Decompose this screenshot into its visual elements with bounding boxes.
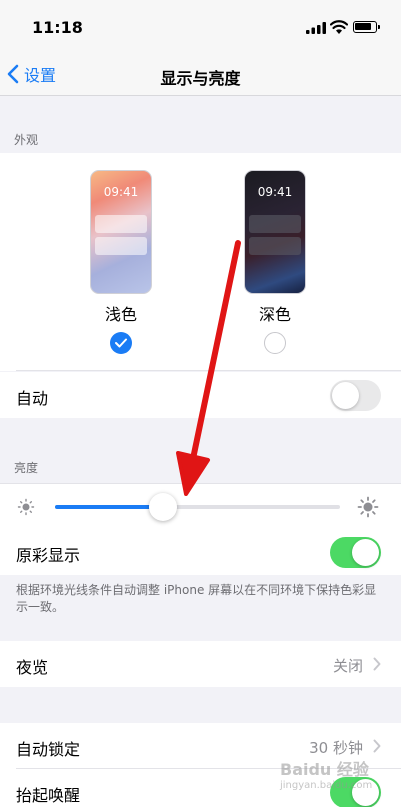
- auto-lock-label: 自动锁定: [16, 740, 81, 759]
- brightness-slider[interactable]: [55, 505, 340, 509]
- true-tone-toggle[interactable]: [330, 537, 381, 568]
- auto-lock-value: 30 秒钟: [309, 739, 363, 757]
- dark-mode-radio[interactable]: [264, 332, 286, 354]
- appearance-panel: 09:41 09:41 浅色 深色: [0, 153, 401, 371]
- night-shift-row[interactable]: 夜览 关闭: [0, 641, 401, 687]
- brightness-slider-thumb[interactable]: [149, 493, 178, 521]
- dark-mode-preview[interactable]: 09:41: [244, 170, 306, 294]
- toggle-knob: [352, 539, 379, 566]
- status-bar: 11:18: [0, 0, 401, 54]
- watermark: Baidu 经验 jingyan.baidu.com: [280, 756, 390, 802]
- page-title: 显示与亮度: [160, 69, 241, 88]
- auto-appearance-label: 自动: [16, 389, 49, 408]
- sun-large-icon: [357, 496, 379, 518]
- light-mode-preview[interactable]: 09:41: [90, 170, 152, 294]
- toggle-knob: [332, 382, 359, 409]
- true-tone-row: 原彩显示: [0, 529, 401, 575]
- light-mode-radio[interactable]: [110, 332, 132, 354]
- status-time: 11:18: [32, 18, 83, 37]
- battery-icon: [353, 21, 380, 33]
- section-header-brightness: 亮度: [14, 461, 39, 475]
- true-tone-label: 原彩显示: [16, 546, 81, 565]
- chevron-right-icon: [373, 657, 381, 671]
- auto-appearance-row: 自动: [0, 372, 401, 418]
- preview-widget: [95, 215, 147, 233]
- true-tone-footnote: 根据环境光线条件自动调整 iPhone 屏幕以在不同环境下保持色彩显示一致。: [16, 583, 377, 614]
- watermark-subtext: jingyan.baidu.com: [280, 780, 373, 791]
- light-mode-label: 浅色: [104, 305, 137, 324]
- wifi-icon: [330, 20, 348, 34]
- divider: [16, 370, 401, 371]
- checkmark-icon: [115, 338, 127, 348]
- brightness-row: [0, 483, 401, 530]
- preview-widget: [249, 237, 301, 255]
- navigation-bar: 设置 显示与亮度: [0, 54, 401, 96]
- watermark-text: Baidu 经验: [280, 760, 369, 779]
- section-header-appearance: 外观: [14, 133, 39, 147]
- preview-widget: [249, 215, 301, 233]
- cellular-signal-icon: [306, 22, 326, 34]
- preview-clock: 09:41: [103, 185, 139, 199]
- sun-small-icon: [17, 498, 35, 516]
- preview-widget: [95, 237, 147, 255]
- auto-appearance-toggle[interactable]: [330, 380, 381, 411]
- night-shift-label: 夜览: [16, 658, 49, 677]
- preview-clock: 09:41: [257, 185, 293, 199]
- chevron-right-icon: [373, 739, 381, 753]
- raise-to-wake-label: 抬起唤醒: [16, 786, 81, 805]
- brightness-slider-fill: [55, 505, 164, 509]
- night-shift-value: 关闭: [332, 657, 363, 675]
- dark-mode-label: 深色: [258, 305, 291, 324]
